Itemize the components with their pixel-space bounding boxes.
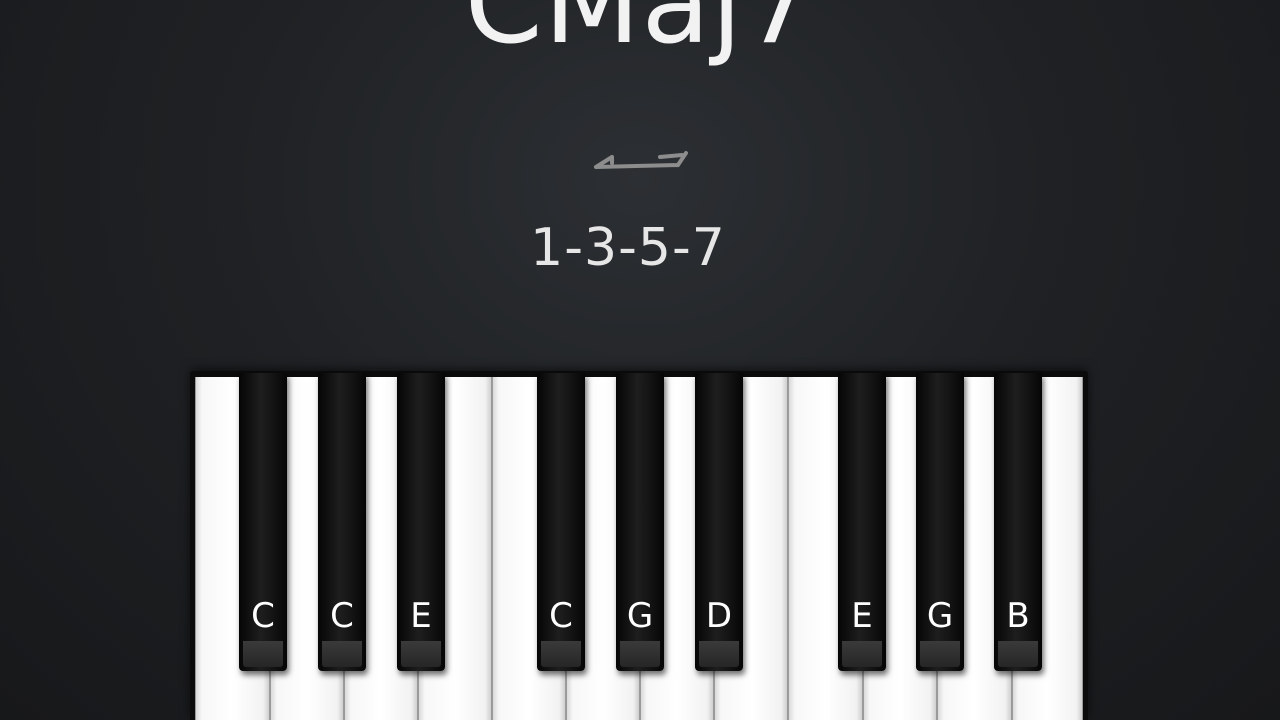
key-label: D	[705, 596, 733, 636]
black-key[interactable]: E	[838, 373, 886, 671]
black-key[interactable]: D	[695, 373, 743, 671]
key-label: B	[1006, 596, 1030, 636]
key-label: G	[926, 596, 954, 636]
black-key[interactable]: C	[318, 373, 366, 671]
chord-degrees: 1-3-5-7	[530, 218, 726, 278]
black-key[interactable]: C	[537, 373, 585, 671]
key-label: C	[330, 596, 354, 636]
black-key[interactable]: E	[397, 373, 445, 671]
black-key[interactable]: G	[616, 373, 664, 671]
key-label: C	[251, 596, 275, 636]
piano-keyboard: C C E C G D E G B	[190, 371, 1088, 720]
key-label: C	[549, 596, 573, 636]
black-key[interactable]: G	[916, 373, 964, 671]
black-key[interactable]: C	[239, 373, 287, 671]
key-label: E	[851, 596, 873, 636]
key-label: G	[626, 596, 654, 636]
key-label: E	[410, 596, 432, 636]
black-key[interactable]: B	[994, 373, 1042, 671]
chord-name: CMaj7	[464, 0, 816, 69]
bracket-line-icon	[594, 151, 688, 169]
